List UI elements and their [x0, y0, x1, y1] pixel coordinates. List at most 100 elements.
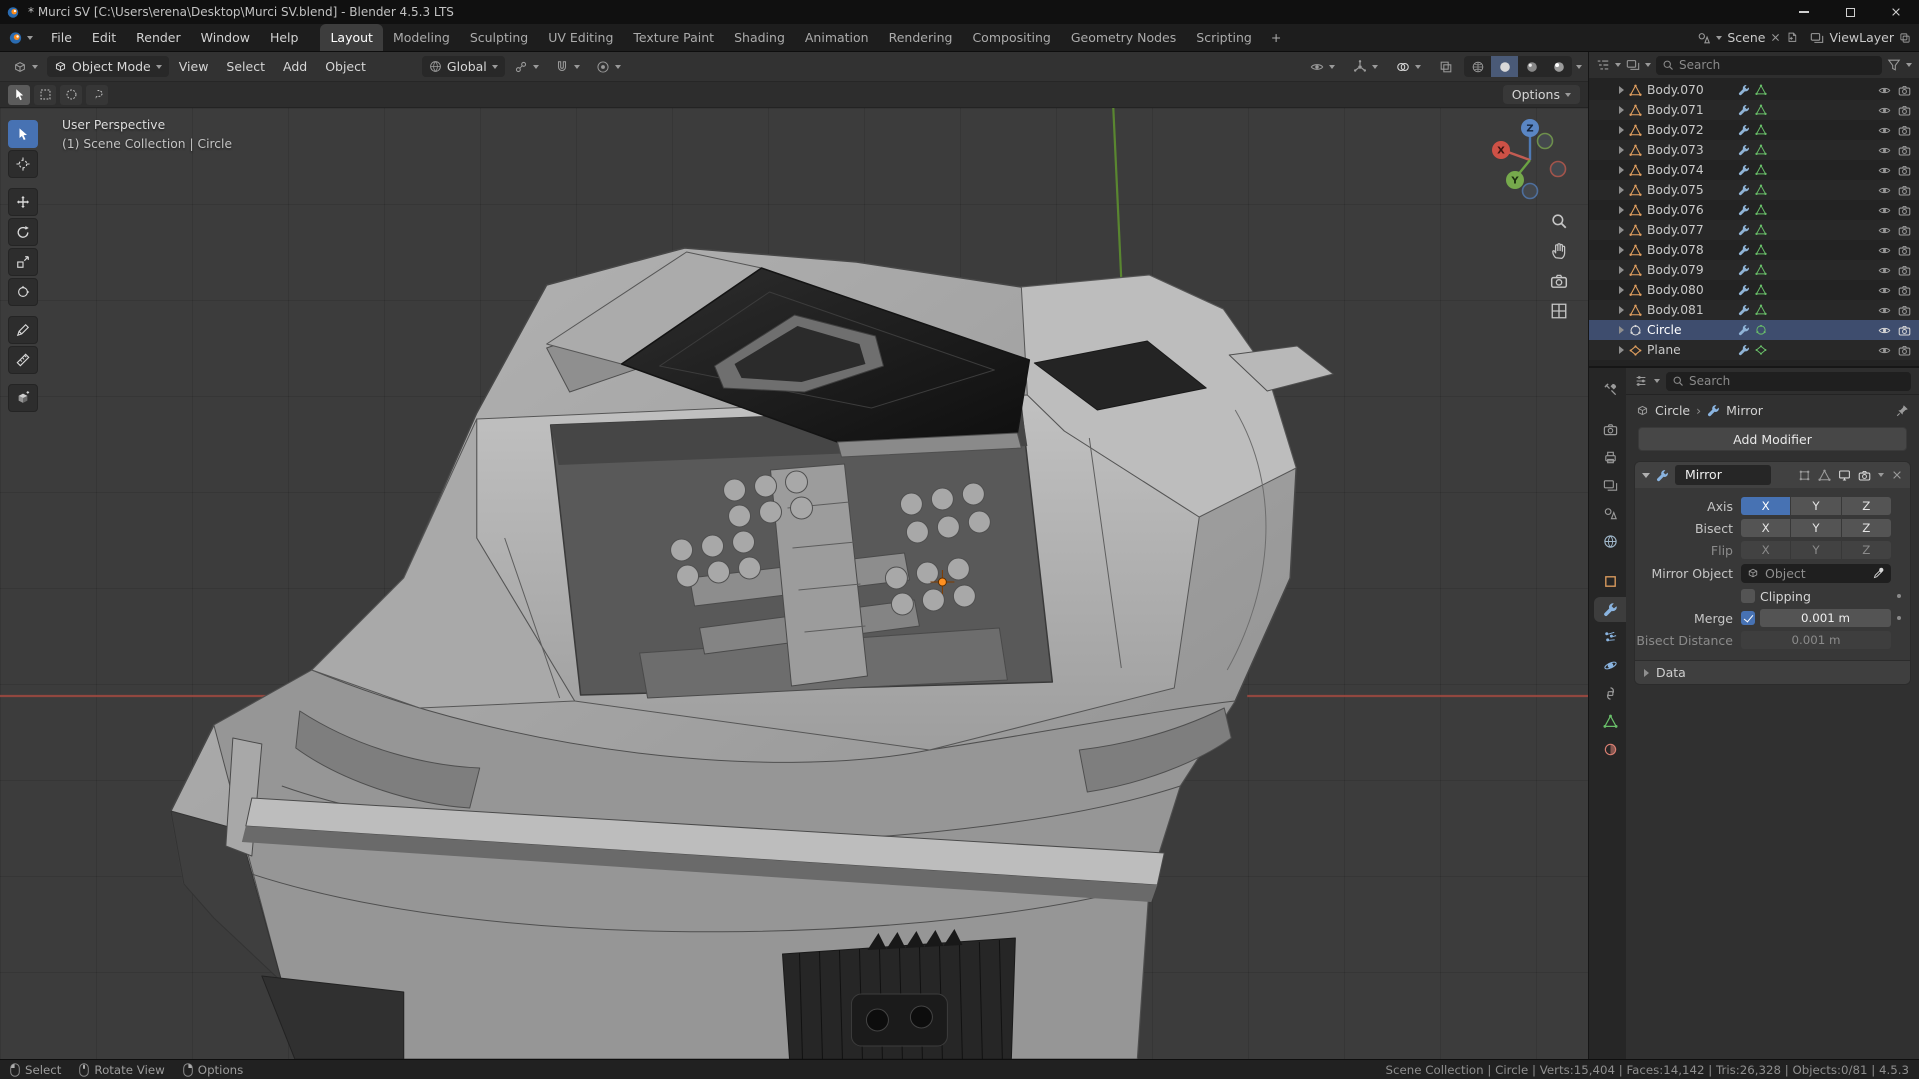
cursor-tool-button[interactable]	[8, 150, 38, 178]
clipping-checkbox[interactable]	[1741, 589, 1755, 603]
tab-layout[interactable]: Layout	[320, 24, 383, 51]
select-lasso-mode-button[interactable]	[86, 84, 108, 105]
viewlayer-selector[interactable]: ViewLayer	[1810, 30, 1911, 45]
modifier-name-field[interactable]: Mirror	[1675, 465, 1771, 485]
filter-icon[interactable]	[1887, 58, 1901, 72]
tab-tool[interactable]	[1594, 377, 1626, 402]
tab-world[interactable]	[1594, 529, 1626, 554]
menu-render[interactable]: Render	[126, 24, 191, 51]
ortho-grid-icon[interactable]	[1550, 302, 1568, 320]
outliner-row[interactable]: Body.072	[1589, 120, 1919, 140]
show-in-editmode-icon[interactable]	[1818, 469, 1831, 482]
expand-arrow-icon[interactable]	[1619, 86, 1624, 94]
duplicate-viewlayer-icon[interactable]	[1899, 32, 1911, 44]
modifier-panel-header[interactable]: Mirror	[1635, 462, 1910, 488]
object-name[interactable]: Body.077	[1647, 223, 1733, 237]
axis-x-button[interactable]: X	[1741, 497, 1791, 515]
bisect-y-button[interactable]: Y	[1791, 519, 1841, 537]
tab-compositing[interactable]: Compositing	[962, 24, 1060, 51]
object-name[interactable]: Plane	[1647, 343, 1733, 357]
tab-sculpting[interactable]: Sculpting	[460, 24, 538, 51]
gizmos-dropdown[interactable]	[1346, 57, 1385, 77]
breadcrumb-object[interactable]: Circle	[1655, 403, 1690, 418]
tab-shading[interactable]: Shading	[724, 24, 795, 51]
tab-scene[interactable]	[1594, 501, 1626, 526]
transform-tool-button[interactable]	[8, 278, 38, 306]
outliner-row[interactable]: Body.074	[1589, 160, 1919, 180]
object-name[interactable]: Body.081	[1647, 303, 1733, 317]
chevron-down-icon[interactable]	[1615, 63, 1621, 67]
flip-y-button[interactable]: Y	[1791, 541, 1841, 559]
disable-render-camera-icon[interactable]	[1898, 324, 1911, 337]
outliner-row[interactable]: Body.081	[1589, 300, 1919, 320]
tab-geometry-nodes[interactable]: Geometry Nodes	[1061, 24, 1186, 51]
unlink-scene-icon[interactable]	[1770, 32, 1781, 43]
tab-particles[interactable]	[1594, 625, 1626, 650]
expand-arrow-icon[interactable]	[1619, 286, 1624, 294]
snap-toggle-button[interactable]	[548, 57, 587, 77]
data-subpanel-header[interactable]: Data	[1635, 660, 1910, 684]
disable-render-camera-icon[interactable]	[1898, 164, 1911, 177]
tab-object[interactable]	[1594, 569, 1626, 594]
disable-render-camera-icon[interactable]	[1898, 224, 1911, 237]
tab-view-layer[interactable]	[1594, 473, 1626, 498]
select-box-tool-button[interactable]	[8, 120, 38, 148]
editor-type-button[interactable]	[6, 57, 45, 77]
menu-file[interactable]: File	[41, 24, 82, 51]
tab-render[interactable]	[1594, 417, 1626, 442]
disable-render-camera-icon[interactable]	[1898, 264, 1911, 277]
tab-modeling[interactable]: Modeling	[383, 24, 460, 51]
bisect-z-button[interactable]: Z	[1841, 519, 1891, 537]
tab-rendering[interactable]: Rendering	[879, 24, 963, 51]
hide-eye-icon[interactable]	[1878, 304, 1891, 317]
scene-selector[interactable]: Scene	[1697, 30, 1798, 45]
shading-rendered-button[interactable]	[1545, 56, 1572, 77]
axis-y-button[interactable]: Y	[1791, 497, 1841, 515]
camera-view-icon[interactable]	[1550, 272, 1568, 290]
blender-menu-button[interactable]	[0, 24, 41, 51]
overlays-dropdown[interactable]	[1389, 57, 1428, 77]
maximize-button[interactable]	[1827, 0, 1873, 24]
select-tweak-mode-button[interactable]	[8, 84, 30, 105]
properties-editor-icon[interactable]	[1634, 374, 1648, 388]
expand-arrow-icon[interactable]	[1619, 346, 1624, 354]
tab-constraints[interactable]	[1594, 681, 1626, 706]
menu-select[interactable]: Select	[218, 55, 273, 78]
modifier-extras-chevron-icon[interactable]	[1878, 473, 1884, 477]
tab-scripting[interactable]: Scripting	[1186, 24, 1262, 51]
add-workspace-button[interactable]: +	[1262, 24, 1290, 51]
bisect-x-button[interactable]: X	[1741, 519, 1791, 537]
pin-icon[interactable]	[1896, 404, 1909, 417]
outliner-row[interactable]: Body.075	[1589, 180, 1919, 200]
display-mode-icon[interactable]	[1626, 58, 1640, 72]
viewlayer-name[interactable]: ViewLayer	[1829, 30, 1894, 45]
tab-texture-paint[interactable]: Texture Paint	[623, 24, 724, 51]
outliner-row[interactable]: Body.080	[1589, 280, 1919, 300]
expand-arrow-icon[interactable]	[1619, 126, 1624, 134]
animate-dot-icon[interactable]	[1896, 616, 1901, 620]
expand-arrow-icon[interactable]	[1619, 306, 1624, 314]
flip-z-button[interactable]: Z	[1841, 541, 1891, 559]
menu-add[interactable]: Add	[275, 55, 315, 78]
orientation-dropdown[interactable]: Global	[421, 56, 505, 77]
scene-name[interactable]: Scene	[1727, 30, 1765, 45]
disable-render-camera-icon[interactable]	[1898, 144, 1911, 157]
hide-eye-icon[interactable]	[1878, 144, 1891, 157]
outliner-row[interactable]: Body.071	[1589, 100, 1919, 120]
scale-tool-button[interactable]	[8, 248, 38, 276]
expand-arrow-icon[interactable]	[1619, 146, 1624, 154]
3d-viewport[interactable]: User Perspective (1) Scene Collection | …	[0, 108, 1588, 1059]
annotate-tool-button[interactable]	[8, 316, 38, 344]
disable-render-camera-icon[interactable]	[1898, 304, 1911, 317]
outliner-search-input[interactable]	[1679, 58, 1876, 72]
outliner-editor-icon[interactable]	[1596, 58, 1610, 72]
disable-render-camera-icon[interactable]	[1898, 84, 1911, 97]
disable-render-camera-icon[interactable]	[1898, 124, 1911, 137]
object-name[interactable]: Body.076	[1647, 203, 1733, 217]
animate-dot-icon[interactable]	[1896, 594, 1901, 598]
menu-view[interactable]: View	[171, 55, 217, 78]
hide-eye-icon[interactable]	[1878, 264, 1891, 277]
outliner-row[interactable]: Body.077	[1589, 220, 1919, 240]
bisect-distance-field[interactable]: 0.001 m	[1741, 631, 1891, 649]
menu-help[interactable]: Help	[260, 24, 309, 51]
